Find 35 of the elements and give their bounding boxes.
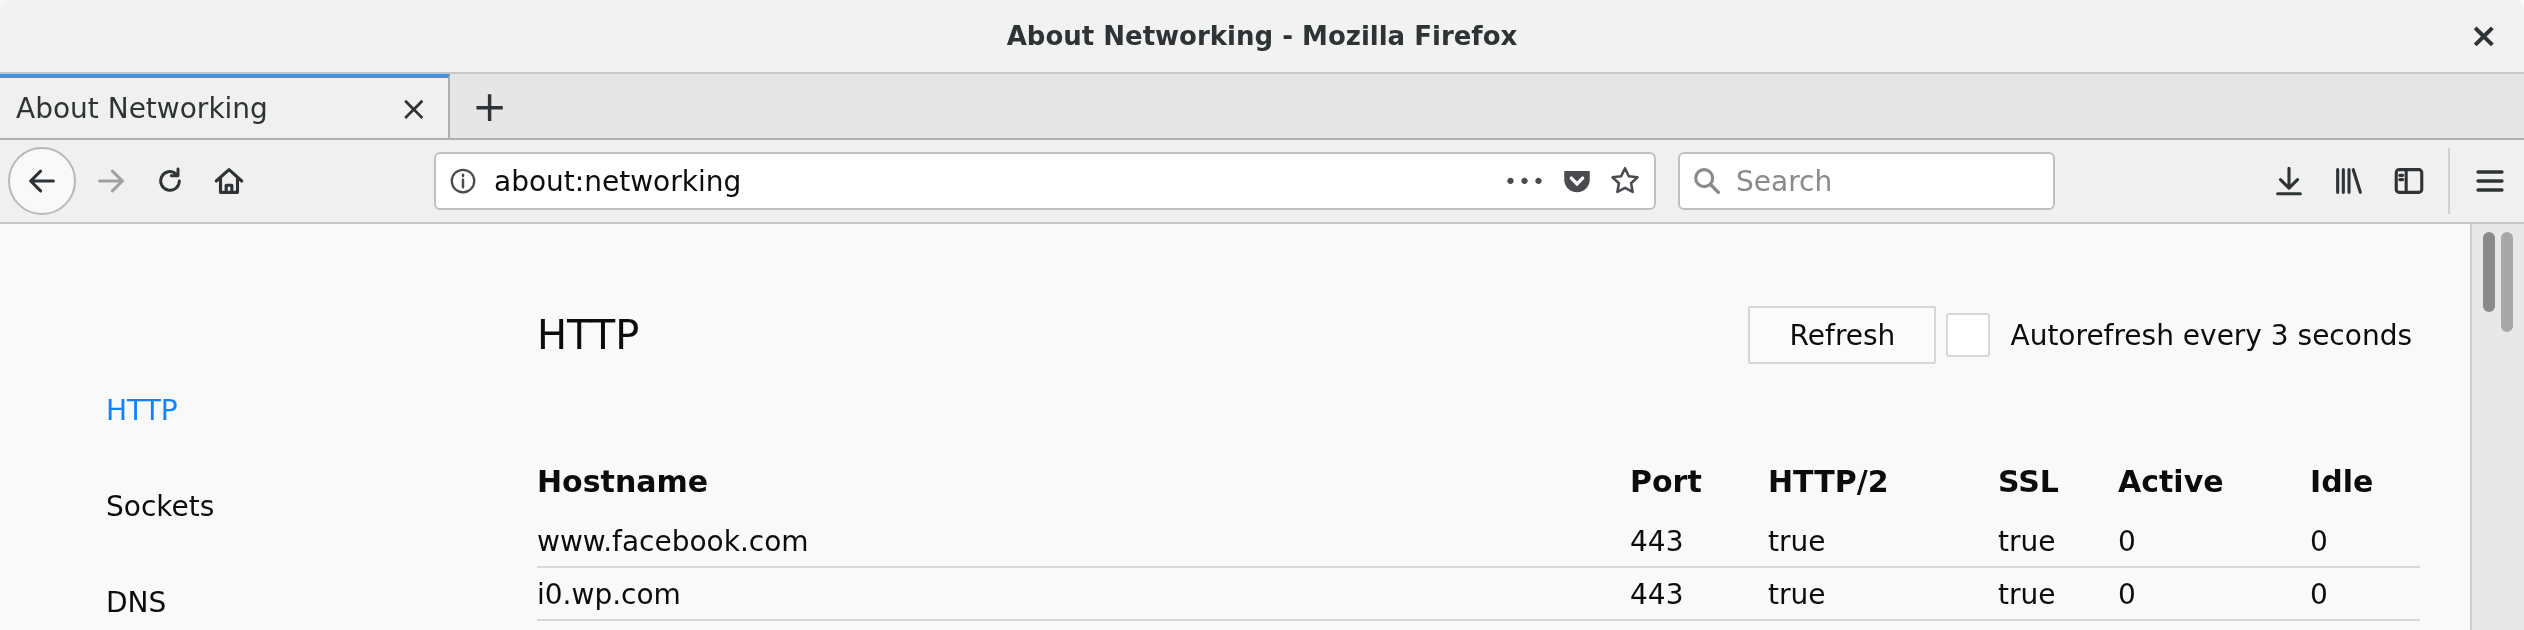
checkbox-label: Autorefresh every 3 seconds	[2010, 318, 2412, 352]
column-header: SSL	[1998, 464, 2059, 499]
autorefresh-checkbox[interactable]	[1946, 313, 1991, 357]
table-cell: 0	[2118, 525, 2136, 558]
column-header: Hostname	[537, 464, 709, 499]
search-field[interactable]: Search	[1734, 163, 2043, 199]
column-header: Active	[2118, 464, 2224, 499]
table-cell: 0	[2310, 525, 2328, 558]
search-bar[interactable]: Search	[1678, 152, 2055, 210]
table-cell: true	[1998, 525, 2056, 558]
more-actions-button[interactable]: •••	[1504, 168, 1546, 194]
table-cell: 443	[1630, 578, 1684, 611]
close-button[interactable]: ×	[2463, 18, 2504, 52]
sidebar-item[interactable]: Sockets	[0, 488, 537, 526]
table-cell: 0	[2118, 578, 2136, 611]
sidebar-item[interactable]: DNS	[0, 584, 537, 622]
browser-tab[interactable]: About Networking ×	[0, 74, 450, 138]
info-icon	[448, 166, 478, 196]
window-title: About Networking - Mozilla Firefox	[1006, 21, 1518, 51]
column-header: Idle	[2310, 464, 2374, 499]
new-tab-button[interactable]: +	[450, 74, 530, 138]
address-bar[interactable]: about:networking •••	[434, 152, 1656, 210]
scrollbar[interactable]	[2470, 224, 2524, 630]
column-header: HTTP/2	[1768, 464, 1889, 499]
column-header: Port	[1630, 464, 1702, 499]
table-cell: true	[1768, 525, 1826, 558]
table-cell: www.facebook.com	[537, 525, 809, 558]
table-cell: 443	[1630, 525, 1684, 558]
tab-close-button[interactable]: ×	[395, 88, 432, 128]
table-cell: i0.wp.com	[537, 578, 681, 611]
refresh-button[interactable]: Refresh	[1748, 306, 1937, 364]
table-cell: 0	[2310, 578, 2328, 611]
section-heading: HTTP	[537, 312, 640, 358]
table-cell: true	[1998, 578, 2056, 611]
table-cell: true	[1768, 578, 1826, 611]
